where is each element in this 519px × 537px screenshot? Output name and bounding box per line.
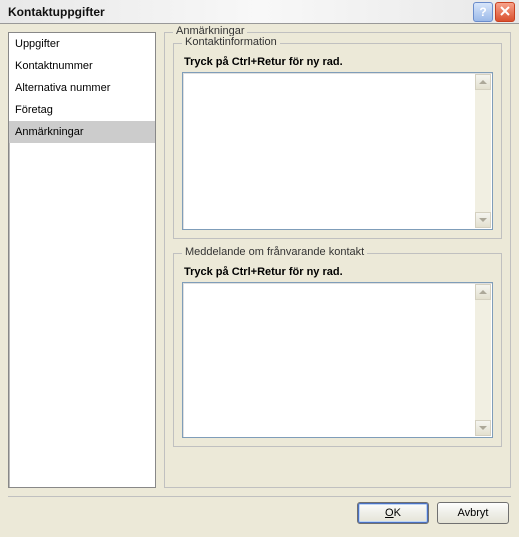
window-title: Kontaktuppgifter [4, 5, 473, 19]
help-icon: ? [479, 5, 486, 19]
help-button[interactable]: ? [473, 2, 493, 22]
sidebar-item-label: Kontaktnummer [15, 60, 93, 72]
hint-text: Tryck på Ctrl+Retur för ny rad. [184, 266, 493, 278]
dialog-body: Uppgifter Kontaktnummer Alternativa numm… [0, 24, 519, 496]
scroll-up-button[interactable] [475, 284, 491, 300]
footer: OK Avbryt [0, 499, 519, 532]
sidebar-item-label: Företag [15, 104, 53, 116]
scrollbar[interactable] [475, 284, 491, 436]
sidebar-item-label: Anmärkningar [15, 126, 83, 138]
contact-info-textarea[interactable] [182, 72, 493, 230]
sidebar-item-anmarkningar[interactable]: Anmärkningar [9, 121, 155, 143]
sidebar-item-uppgifter[interactable]: Uppgifter [9, 33, 155, 55]
group-legend: Meddelande om frånvarande kontakt [182, 246, 367, 258]
group-franvarande-kontakt: Meddelande om frånvarande kontakt Tryck … [173, 253, 502, 447]
chevron-up-icon [479, 290, 487, 294]
hint-text: Tryck på Ctrl+Retur för ny rad. [184, 56, 493, 68]
main-panel: Anmärkningar Kontaktinformation Tryck på… [164, 32, 511, 488]
close-icon [500, 5, 510, 19]
ok-button[interactable]: OK [357, 502, 429, 524]
chevron-down-icon [479, 426, 487, 430]
group-legend: Kontaktinformation [182, 36, 280, 48]
cancel-button[interactable]: Avbryt [437, 502, 509, 524]
titlebar-buttons: ? [473, 2, 515, 22]
scroll-up-button[interactable] [475, 74, 491, 90]
sidebar-item-kontaktnummer[interactable]: Kontaktnummer [9, 55, 155, 77]
titlebar: Kontaktuppgifter ? [0, 0, 519, 24]
sidebar-item-label: Uppgifter [15, 38, 60, 50]
scroll-down-button[interactable] [475, 420, 491, 436]
absent-contact-textarea[interactable] [182, 282, 493, 438]
sidebar: Uppgifter Kontaktnummer Alternativa numm… [8, 32, 156, 488]
scroll-down-button[interactable] [475, 212, 491, 228]
close-button[interactable] [495, 2, 515, 22]
group-anmarkningar: Anmärkningar Kontaktinformation Tryck på… [164, 32, 511, 488]
sidebar-item-label: Alternativa nummer [15, 82, 110, 94]
group-kontaktinformation: Kontaktinformation Tryck på Ctrl+Retur f… [173, 43, 502, 239]
scrollbar[interactable] [475, 74, 491, 228]
chevron-down-icon [479, 218, 487, 222]
sidebar-item-foretag[interactable]: Företag [9, 99, 155, 121]
sidebar-item-alternativa-nummer[interactable]: Alternativa nummer [9, 77, 155, 99]
footer-separator [8, 496, 511, 497]
chevron-up-icon [479, 80, 487, 84]
